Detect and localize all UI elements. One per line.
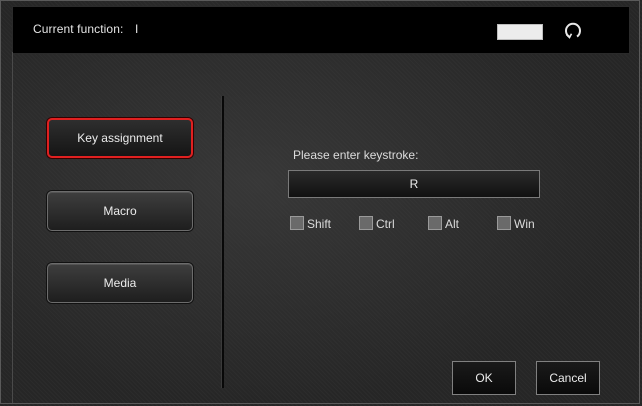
left-edge-rule <box>12 52 13 404</box>
win-label: Win <box>514 217 535 231</box>
current-function-value: I <box>135 22 139 36</box>
alt-label: Alt <box>445 217 460 231</box>
macro-button[interactable]: Macro <box>47 191 193 231</box>
keystroke-prompt: Please enter keystroke: <box>293 148 419 162</box>
current-function-label: Current function: <box>33 22 124 36</box>
keystroke-input[interactable]: R <box>288 170 540 198</box>
function-settings-window: Current function: I Key assignment Macro… <box>0 0 642 406</box>
shift-checkbox-box[interactable] <box>290 216 304 230</box>
key-assignment-button[interactable]: Key assignment <box>47 118 193 158</box>
color-swatch[interactable] <box>497 24 543 40</box>
media-button[interactable]: Media <box>47 263 193 303</box>
cancel-button[interactable]: Cancel <box>536 361 600 395</box>
win-checkbox-box[interactable] <box>497 216 511 230</box>
refresh-icon[interactable] <box>563 21 583 41</box>
ctrl-label: Ctrl <box>376 217 395 231</box>
shift-label: Shift <box>307 217 332 231</box>
title-bar: Current function: I <box>12 6 630 54</box>
ok-button[interactable]: OK <box>452 361 516 395</box>
panel-divider <box>221 96 224 388</box>
ctrl-checkbox-box[interactable] <box>359 216 373 230</box>
alt-checkbox-box[interactable] <box>428 216 442 230</box>
